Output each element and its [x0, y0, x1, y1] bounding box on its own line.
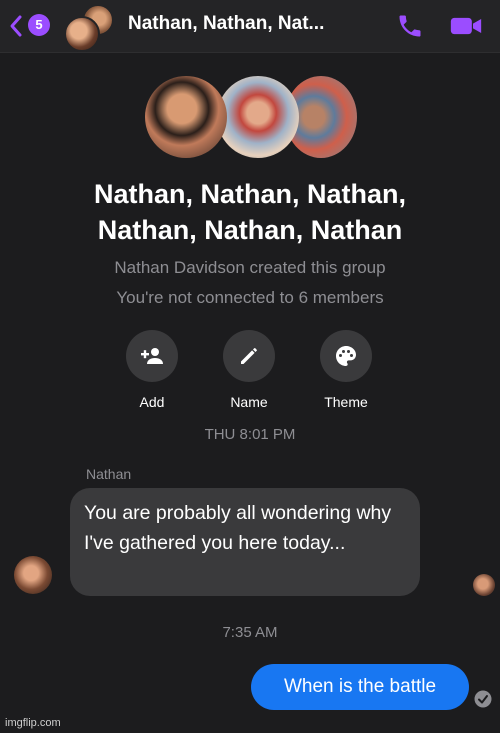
back-chevron-icon: [10, 15, 22, 37]
group-name-line: Nathan, Nathan, Nathan,: [93, 179, 407, 209]
video-call-button[interactable]: [448, 12, 484, 40]
theme-button-circle[interactable]: [320, 330, 372, 382]
group-actions: Add Name Theme: [0, 330, 500, 410]
video-camera-icon: [450, 17, 482, 35]
sender-name: Nathan: [86, 466, 132, 482]
read-receipt-avatar: [473, 574, 495, 596]
voice-call-button[interactable]: [396, 12, 424, 40]
outgoing-message-bubble[interactable]: When is the battle: [251, 664, 469, 710]
add-button-circle[interactable]: [126, 330, 178, 382]
action-label: Add: [139, 394, 165, 410]
incoming-message-text: You are probably all wondering why I've …: [84, 502, 392, 554]
conversation-header: 5 Nathan, Nathan, Nat...: [0, 0, 500, 53]
action-label: Theme: [324, 394, 368, 410]
unread-count-badge: 5: [28, 14, 50, 36]
group-name-line: Nathan, Nathan, Nathan: [97, 215, 403, 245]
incoming-message-bubble[interactable]: You are probably all wondering why I've …: [70, 488, 420, 596]
group-name: Nathan, Nathan, Nathan, Nathan, Nathan, …: [20, 176, 480, 248]
delivered-check-icon: [474, 690, 492, 708]
phone-icon: [399, 15, 421, 37]
add-person-icon: [141, 348, 163, 364]
rename-group-button[interactable]: Name: [209, 330, 289, 410]
member-avatar: [64, 16, 100, 52]
group-avatar[interactable]: [64, 4, 116, 52]
name-button-circle[interactable]: [223, 330, 275, 382]
sender-avatar[interactable]: [14, 556, 52, 594]
watermark: imgflip.com: [5, 717, 61, 729]
group-photos: [145, 76, 357, 160]
group-created-note: Nathan Davidson created this group: [114, 258, 386, 277]
message-timestamp: THU 8:01 PM: [204, 426, 296, 443]
theme-button[interactable]: Theme: [306, 330, 386, 410]
palette-icon: [336, 346, 356, 366]
add-member-button[interactable]: Add: [112, 330, 192, 410]
action-label: Name: [230, 394, 268, 410]
member-photo: [145, 76, 227, 158]
outgoing-message-text: When is the battle: [283, 676, 437, 697]
pencil-icon: [241, 348, 257, 364]
conversation-title[interactable]: Nathan, Nathan, Nat...: [128, 13, 378, 35]
member-photo: [217, 76, 299, 158]
back-button[interactable]: 5: [8, 12, 52, 40]
message-timestamp: 7:35 AM: [222, 624, 278, 641]
connection-note: You're not connected to 6 members: [116, 288, 384, 307]
